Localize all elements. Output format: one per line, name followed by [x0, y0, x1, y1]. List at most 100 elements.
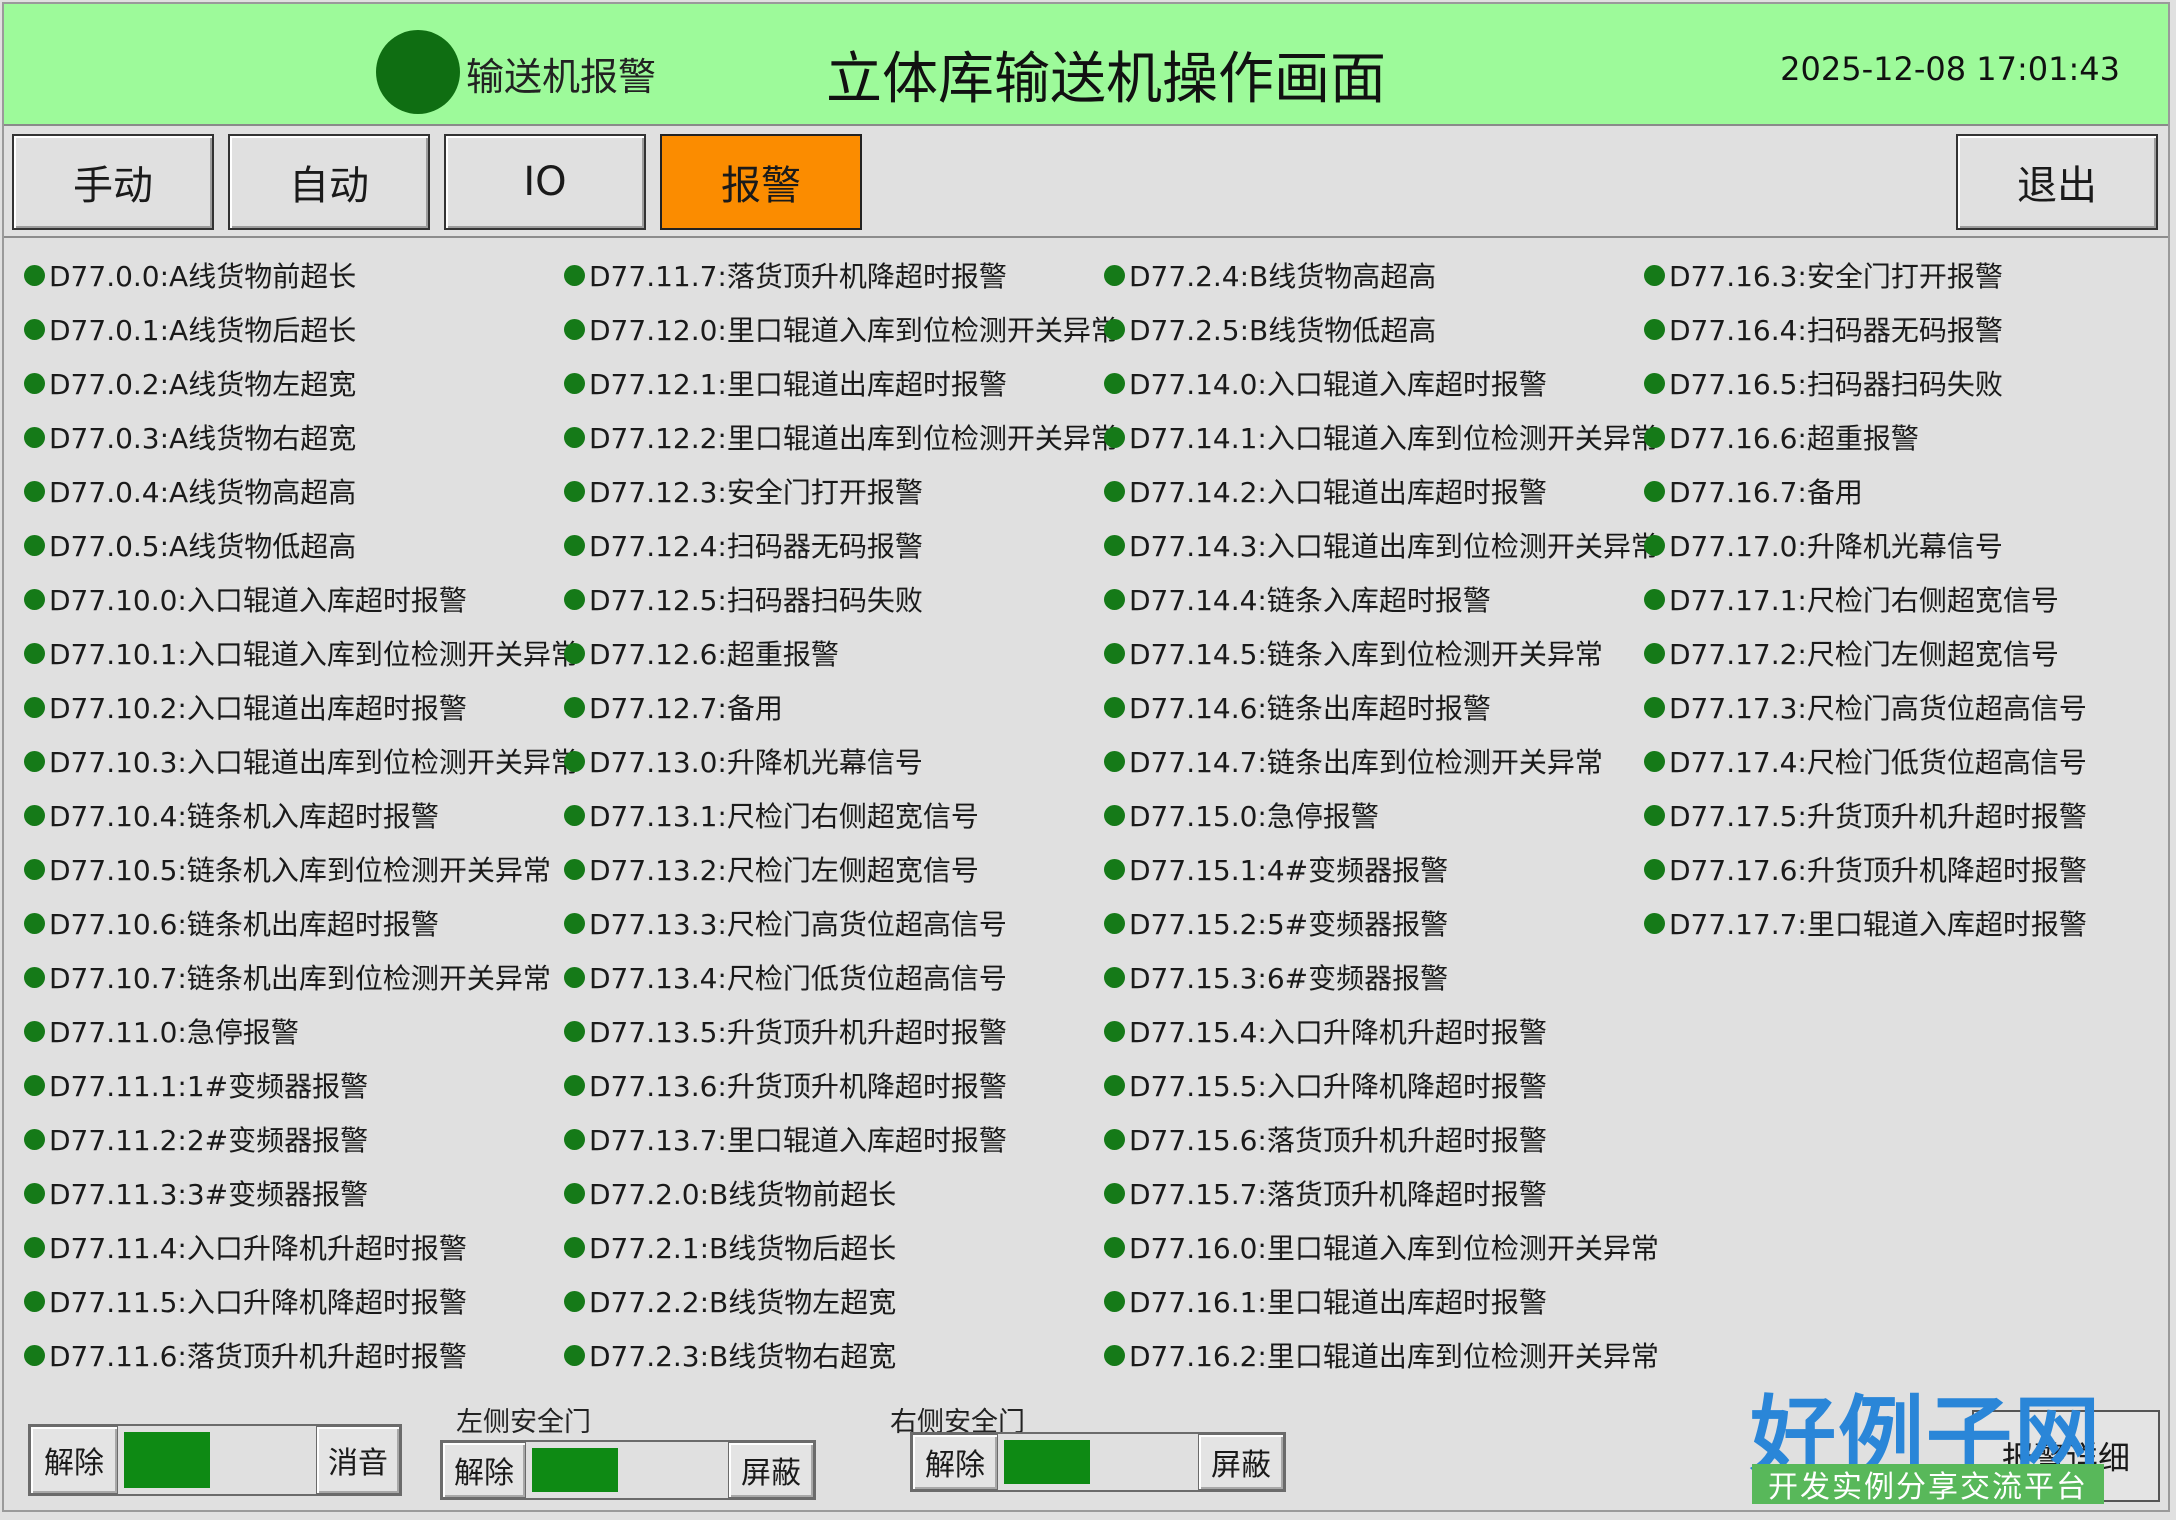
alarm-item-label: D77.2.4:B线货物高超高 [1129, 260, 1437, 293]
alarm-item: D77.12.2:里口辊道出库到位检测开关异常 [564, 410, 1119, 464]
alarm-item-label: D77.17.4:尺检门低货位超高信号 [1669, 746, 2087, 779]
alarm-item: D77.13.5:升货顶升机升超时报警 [564, 1004, 1119, 1058]
alarm-item-label: D77.13.4:尺检门低货位超高信号 [589, 962, 1007, 995]
alarm-item: D77.17.3:尺检门高货位超高信号 [1644, 680, 2087, 734]
alarm-item: D77.17.7:里口辊道入库超时报警 [1644, 896, 2087, 950]
alarm-status-dot-icon [1104, 1344, 1125, 1366]
alarm-item: D77.14.7:链条出库到位检测开关异常 [1104, 734, 1659, 788]
alarm-status-dot-icon [24, 1290, 45, 1312]
alarm-status-dot-icon [24, 534, 45, 556]
silence-button[interactable]: 消音 [316, 1426, 400, 1494]
alarm-item: D77.11.6:落货顶升机升超时报警 [24, 1328, 579, 1382]
alarm-item-label: D77.13.1:尺检门右侧超宽信号 [589, 800, 979, 833]
alarm-item-label: D77.14.4:链条入库超时报警 [1129, 584, 1491, 617]
alarm-column-1: D77.0.0:A线货物前超长 D77.0.1:A线货物后超长 D77.0.2:A线… [24, 248, 579, 1382]
exit-button[interactable]: 退出 [1956, 134, 2158, 230]
io-button[interactable]: IO [444, 134, 646, 230]
alarm-item: D77.2.2:B线货物左超宽 [564, 1274, 1119, 1328]
alarm-item: D77.14.3:入口辊道出库到位检测开关异常 [1104, 518, 1659, 572]
alarm-item: D77.2.1:B线货物后超长 [564, 1220, 1119, 1274]
alarm-item-label: D77.11.6:落货顶升机升超时报警 [49, 1340, 467, 1373]
alarm-status-dot-icon [24, 318, 45, 340]
alarm-item-label: D77.11.3:3#变频器报警 [49, 1178, 369, 1211]
watermark-logo-subtitle: 开发实例分享交流平台 [1752, 1464, 2104, 1505]
alarm-item: D77.2.0:B线货物前超长 [564, 1166, 1119, 1220]
alarm-item-label: D77.17.6:升货顶升机降超时报警 [1669, 854, 2087, 887]
alarm-item-label: D77.11.5:入口升降机降超时报警 [49, 1286, 467, 1319]
alarm-status-dot-icon [564, 1290, 585, 1312]
alarm-status-dot-icon [564, 372, 585, 394]
alarm-item-label: D77.10.1:入口辊道入库到位检测开关异常 [49, 638, 579, 671]
alarm-item: D77.2.3:B线货物右超宽 [564, 1328, 1119, 1382]
alarm-item: D77.16.2:里口辊道出库到位检测开关异常 [1104, 1328, 1659, 1382]
alarm-item: D77.14.2:入口辊道出库超时报警 [1104, 464, 1659, 518]
alarm-item: D77.17.1:尺检门右侧超宽信号 [1644, 572, 2087, 626]
right-door-status-fill [1004, 1440, 1090, 1484]
alarm-status-dot-icon [564, 912, 585, 934]
alarm-status-dot-icon [1644, 642, 1665, 664]
watermark-logo: 好例子网 开发实例分享交流平台 [1750, 1366, 2106, 1506]
alarm-status-dot-icon [1104, 1236, 1125, 1258]
alarm-status-dot-icon [1644, 858, 1665, 880]
alarm-item: D77.11.5:入口升降机降超时报警 [24, 1274, 579, 1328]
alarm-status-dot-icon [24, 804, 45, 826]
alarm-status-dot-icon [1644, 480, 1665, 502]
alarm-status-fill [124, 1432, 210, 1488]
alarm-item: D77.13.3:尺检门高货位超高信号 [564, 896, 1119, 950]
left-door-panel: 解除 屏蔽 [440, 1440, 816, 1500]
alarm-status-dot-icon [1644, 696, 1665, 718]
alarm-status-dot-icon [24, 1344, 45, 1366]
right-door-release-button[interactable]: 解除 [912, 1434, 998, 1490]
alarm-item: D77.0.4:A线货物高超高 [24, 464, 579, 518]
alarm-item: D77.17.6:升货顶升机降超时报警 [1644, 842, 2087, 896]
auto-button[interactable]: 自动 [228, 134, 430, 230]
alarm-status-dot-icon [24, 480, 45, 502]
alarm-item: D77.14.0:入口辊道入库超时报警 [1104, 356, 1659, 410]
left-door-release-button[interactable]: 解除 [442, 1442, 526, 1498]
alarm-item: D77.17.4:尺检门低货位超高信号 [1644, 734, 2087, 788]
nav-divider [4, 236, 2168, 238]
alarm-item: D77.10.1:入口辊道入库到位检测开关异常 [24, 626, 579, 680]
right-door-shield-button[interactable]: 屏蔽 [1198, 1434, 1284, 1490]
alarm-item: D77.0.0:A线货物前超长 [24, 248, 579, 302]
alarm-status-dot-icon [564, 1020, 585, 1042]
alarm-item: D77.16.4:扫码器无码报警 [1644, 302, 2087, 356]
alarm-item-label: D77.13.6:升货顶升机降超时报警 [589, 1070, 1007, 1103]
alarm-status-dot-icon [564, 426, 585, 448]
header-bar: 输送机报警 立体库输送机操作画面 2025-12-08 17:01:43 [4, 4, 2168, 126]
alarm-item: D77.0.1:A线货物后超长 [24, 302, 579, 356]
manual-button[interactable]: 手动 [12, 134, 214, 230]
alarm-item-label: D77.10.3:入口辊道出库到位检测开关异常 [49, 746, 579, 779]
alarm-status-dot-icon [564, 1182, 585, 1204]
alarm-item: D77.15.6:落货顶升机升超时报警 [1104, 1112, 1659, 1166]
alarm-status-dot-icon [1104, 426, 1125, 448]
alarm-item-label: D77.16.1:里口辊道出库超时报警 [1129, 1286, 1547, 1319]
alarm-status-indicator [118, 1426, 316, 1494]
alarm-status-dot-icon [1644, 264, 1665, 286]
alarm-release-button[interactable]: 解除 [30, 1426, 118, 1494]
alarm-item: D77.0.5:A线货物低超高 [24, 518, 579, 572]
alarm-status-dot-icon [1104, 1290, 1125, 1312]
alarm-status-dot-icon [24, 966, 45, 988]
alarm-column-2: D77.11.7:落货顶升机降超时报警 D77.12.0:里口辊道入库到位检测开关… [564, 248, 1119, 1382]
alarm-item: D77.17.0:升降机光幕信号 [1644, 518, 2087, 572]
alarm-status-dot-icon [564, 966, 585, 988]
alarm-item-label: D77.14.5:链条入库到位检测开关异常 [1129, 638, 1603, 671]
alarm-status-dot-icon [1104, 588, 1125, 610]
alarm-item-label: D77.17.5:升货顶升机升超时报警 [1669, 800, 2087, 833]
alarm-status-dot-icon [24, 1128, 45, 1150]
alarm-button[interactable]: 报警 [660, 134, 862, 230]
alarm-item: D77.11.2:2#变频器报警 [24, 1112, 579, 1166]
alarm-item-label: D77.14.6:链条出库超时报警 [1129, 692, 1491, 725]
alarm-item: D77.2.4:B线货物高超高 [1104, 248, 1659, 302]
alarm-item-label: D77.0.2:A线货物左超宽 [49, 368, 357, 401]
alarm-item-label: D77.15.0:急停报警 [1129, 800, 1379, 833]
alarm-item: D77.13.7:里口辊道入库超时报警 [564, 1112, 1119, 1166]
alarm-item-label: D77.12.3:安全门打开报警 [589, 476, 923, 509]
alarm-item-label: D77.2.5:B线货物低超高 [1129, 314, 1437, 347]
right-door-status [998, 1434, 1198, 1490]
alarm-item: D77.11.1:1#变频器报警 [24, 1058, 579, 1112]
left-door-shield-button[interactable]: 屏蔽 [728, 1442, 814, 1498]
alarm-item-label: D77.16.4:扫码器无码报警 [1669, 314, 2003, 347]
alarm-item: D77.10.5:链条机入库到位检测开关异常 [24, 842, 579, 896]
